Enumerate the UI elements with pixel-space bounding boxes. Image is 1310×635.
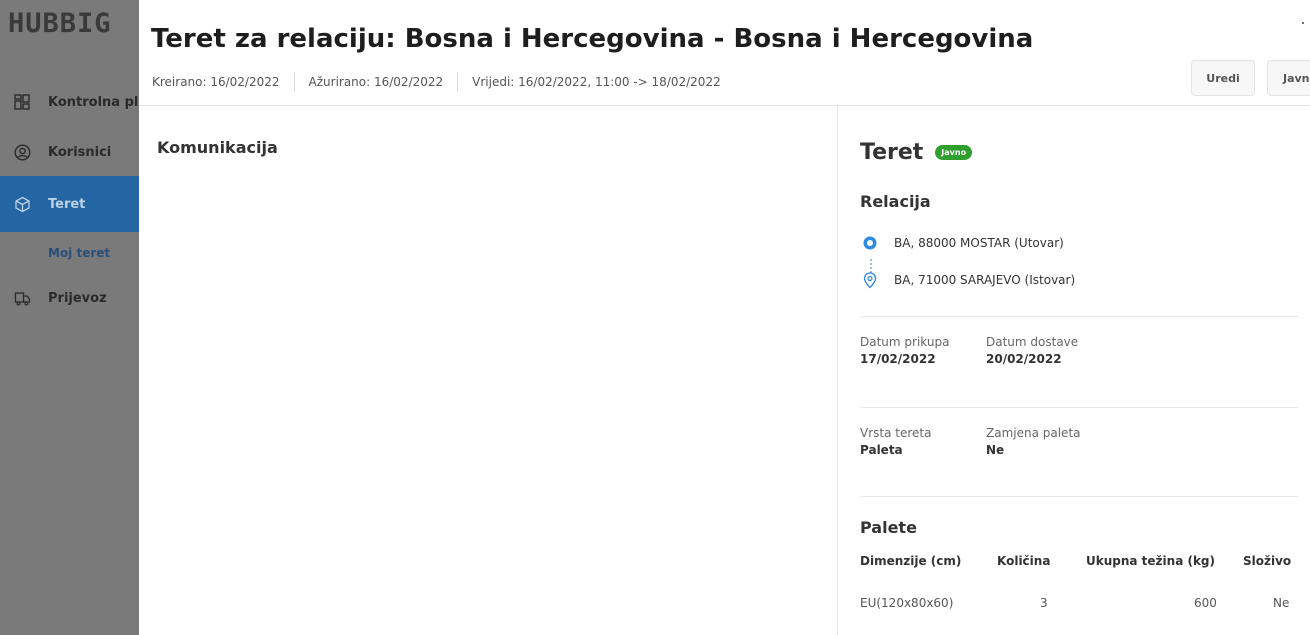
column-header: Složivo [1243,554,1292,568]
more-menu-icon[interactable] [1302,22,1304,24]
valid-range: Vrijedi: 16/02/2022, 11:00 -> 18/02/2022 [472,75,721,89]
cargo-type-label: Vrsta tereta [860,426,932,440]
table-cell: 600 [1194,596,1217,610]
meta-row: Kreirano: 16/02/2022 Ažurirano: 16/02/20… [152,72,721,92]
page-title: Teret za relaciju: Bosna i Hercegovina -… [151,24,1034,54]
meta-divider [457,72,459,92]
sidebar: HUBBIG Kontrolna pl Korisnici Teret Moj … [0,0,139,635]
pallet-swap-field: Zamjena paleta Ne [986,426,1081,457]
cargo-type-value: Paleta [860,443,903,457]
status-badge: Javno [935,145,973,160]
column-header: Količina [997,554,1051,568]
table-cell: EU(120x80x60) [860,596,954,610]
sidebar-item-dashboard[interactable]: Kontrolna pl [0,76,139,128]
box-icon [12,194,32,214]
pickup-date-value: 17/02/2022 [860,352,936,366]
created-date: Kreirano: 16/02/2022 [152,75,280,89]
sidebar-item-label: Prijevoz [48,290,107,306]
sidebar-item-users[interactable]: Korisnici [0,126,139,178]
sidebar-item-label: Kontrolna pl [48,94,139,110]
edit-button[interactable]: Uredi [1191,60,1255,96]
cargo-title-text: Teret [860,140,924,165]
table-cell: Ne [1273,596,1290,610]
user-circle-icon [12,142,32,162]
public-button[interactable]: Javno [1267,60,1310,96]
route-title: Relacija [860,192,931,211]
sidebar-subitem-my-cargo[interactable]: Moj teret [48,246,110,260]
destination-text: BA, 71000 SARAJEVO (Istovar) [894,273,1076,287]
updated-date: Ažurirano: 16/02/2022 [308,75,444,89]
communication-title: Komunikacija [157,138,278,157]
table-cell: 3 [1040,596,1048,610]
communication-panel: Komunikacija [139,106,837,635]
app-root: HUBBIG Kontrolna pl Korisnici Teret Moj … [0,0,1310,635]
sidebar-item-cargo[interactable]: Teret [0,176,139,232]
truck-icon [12,288,32,308]
divider [860,407,1298,408]
column-header: Dimenzije (cm) [860,554,962,568]
pallet-swap-label: Zamjena paleta [986,426,1081,440]
sidebar-item-transport[interactable]: Prijevoz [0,272,139,324]
cargo-details-panel: Teret Javno Relacija BA, 88000 MOSTAR (U… [837,106,1310,635]
origin-text: BA, 88000 MOSTAR (Utovar) [894,236,1064,250]
meta-divider [293,72,295,92]
cargo-type-field: Vrsta tereta Paleta [860,426,931,457]
origin-pin-icon [860,233,880,253]
pickup-date-label: Datum prikupa [860,335,950,349]
sidebar-item-label: Teret [48,196,86,212]
sidebar-item-label: Korisnici [48,144,112,160]
cargo-title: Teret Javno [860,140,973,165]
destination-pin-icon [860,270,880,290]
page-header: Teret za relaciju: Bosna i Hercegovina -… [139,0,1310,106]
delivery-date-label: Datum dostave [986,335,1079,349]
app-logo[interactable]: HUBBIG [8,10,112,37]
pickup-date-field: Datum prikupa 17/02/2022 [860,335,949,366]
pallet-swap-value: Ne [986,443,1005,457]
dashboard-icon [12,92,32,112]
route-origin: BA, 88000 MOSTAR (Utovar) [860,233,1064,253]
column-header: Ukupna težina (kg) [1086,554,1216,568]
route-destination: BA, 71000 SARAJEVO (Istovar) [860,270,1075,290]
pallets-title: Palete [860,518,917,537]
divider [860,496,1298,497]
divider [860,316,1298,317]
delivery-date-field: Datum dostave 20/02/2022 [986,335,1078,366]
delivery-date-value: 20/02/2022 [986,352,1062,366]
